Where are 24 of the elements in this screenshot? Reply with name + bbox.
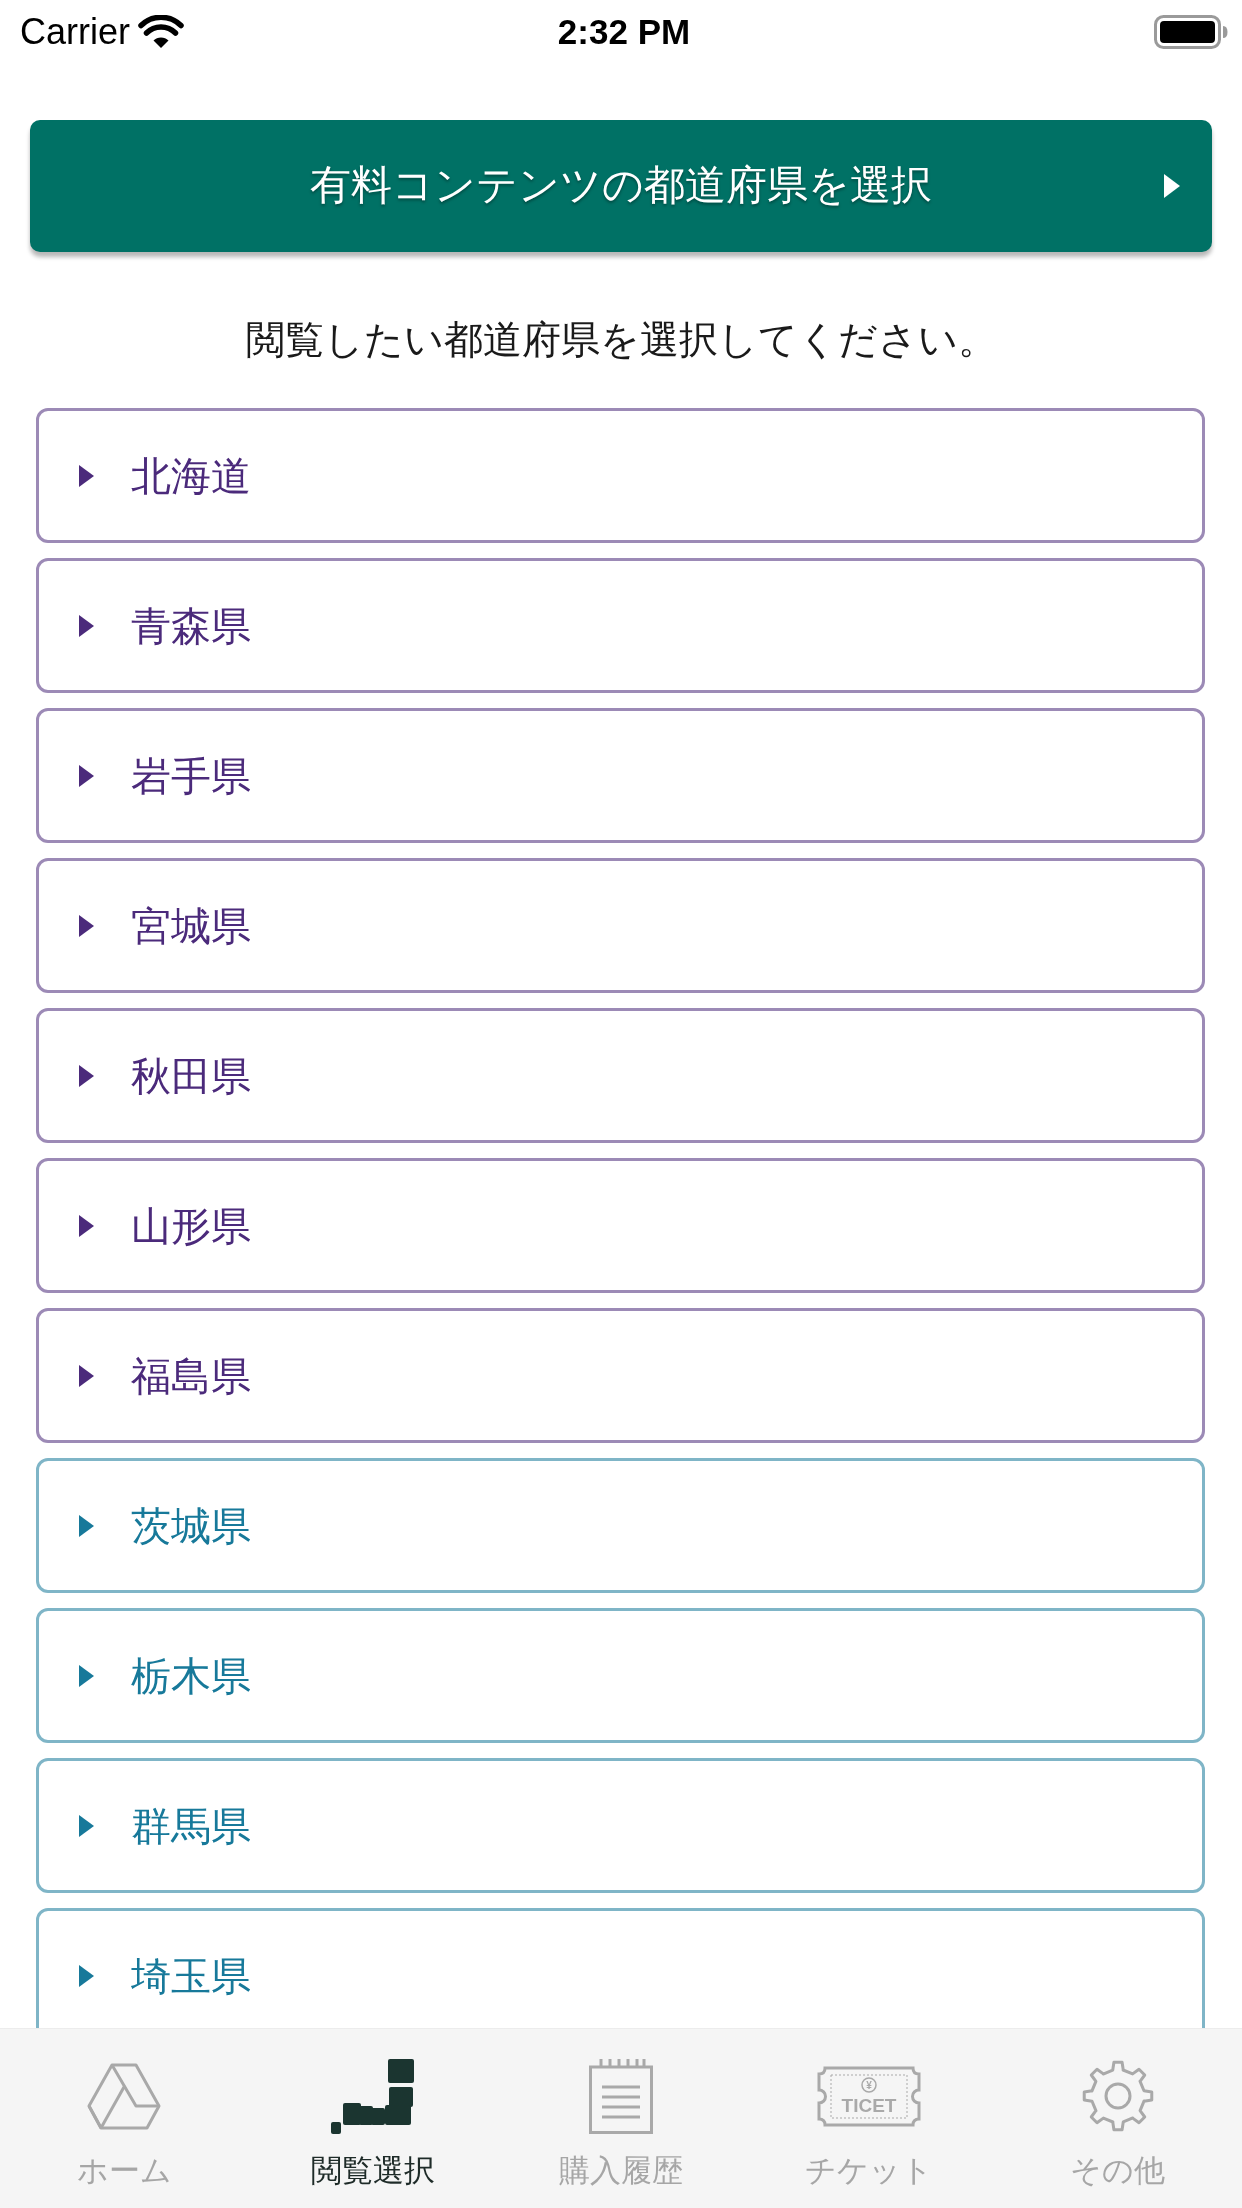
battery-icon xyxy=(1154,15,1228,49)
map-icon xyxy=(330,2058,415,2134)
paid-content-button[interactable]: 有料コンテンツの都道府県を選択 xyxy=(30,120,1212,252)
caret-icon xyxy=(1164,174,1180,198)
prefecture-item[interactable]: 青森県 xyxy=(36,558,1205,693)
ticket-icon: ¥ TICET xyxy=(817,2065,922,2127)
prefecture-item[interactable]: 秋田県 xyxy=(36,1008,1205,1143)
prefecture-item[interactable]: 茨城県 xyxy=(36,1458,1205,1593)
settings-icon xyxy=(1081,2060,1154,2132)
instruction-text: 閲覧したい都道府県を選択してください。 xyxy=(244,317,998,363)
document-icon xyxy=(589,2058,653,2134)
prefecture-item[interactable]: 群馬県 xyxy=(36,1758,1205,1893)
prefecture-item[interactable]: 北海道 xyxy=(36,408,1205,543)
status-time: 2:32 PM xyxy=(557,11,691,53)
prefecture-item[interactable]: 栃木県 xyxy=(36,1608,1205,1743)
prefecture-item[interactable]: 宮城県 xyxy=(36,858,1205,993)
wifi-icon xyxy=(138,15,184,49)
prefecture-item[interactable]: 福島県 xyxy=(36,1308,1205,1443)
carrier-name: Carrier xyxy=(20,10,130,54)
prefecture-item[interactable]: 岩手県 xyxy=(36,708,1205,843)
tab-item[interactable]: 閲覧選択 xyxy=(248,2029,497,2208)
prefecture-item[interactable]: 山形県 xyxy=(36,1158,1205,1293)
prefecture-item[interactable]: 埼玉県 xyxy=(36,1908,1205,2028)
triangle-icon xyxy=(86,2061,163,2131)
